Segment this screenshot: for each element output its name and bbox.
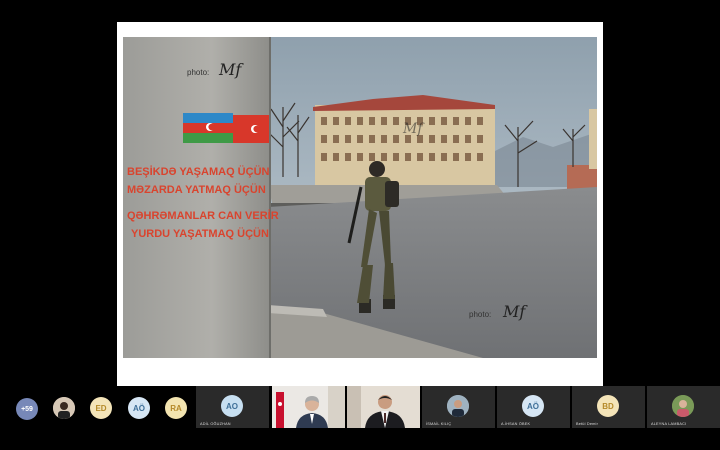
graffiti-line-4: YURDU YAŞATMAQ ÜÇÜN: [131, 227, 269, 240]
participant-name: ALEYNA LAMBACI: [651, 422, 687, 426]
watermark-top: photo:: [187, 68, 209, 77]
street-scene-image: BEŞİKDƏ YAŞAMAQ ÜÇÜN MƏZARDA YATMAQ ÜÇÜN…: [123, 37, 597, 358]
participant-name: A.İHSAN ÖBEK: [501, 422, 531, 426]
participant-tile-aleyna-lambaci[interactable]: ALEYNA LAMBACI: [647, 386, 720, 428]
participant-tile-ihsan-obek[interactable]: AÖ A.İHSAN ÖBEK: [497, 386, 570, 428]
participant-strip: +59 ED AÖ RA AO ADİL OĞUZHAN İSMAİL KILI…: [0, 386, 720, 450]
slide-photo: BEŞİKDƏ YAŞAMAQ ÜÇÜN MƏZARDA YATMAQ ÜÇÜN…: [123, 37, 597, 358]
avatar: [672, 395, 694, 417]
avatar-initials: AÖ: [133, 403, 145, 413]
graffiti-line-3: QƏHRƏMANLAR CAN VERİR: [127, 209, 279, 222]
avatar-initials: RA: [170, 403, 182, 413]
participant-video-tile[interactable]: [347, 386, 420, 428]
participant-name: Betül Demir: [576, 422, 599, 426]
avatar: AO: [221, 395, 243, 417]
participant-name: İSMAİL KILIÇ: [426, 422, 452, 426]
participant-tile-adil-oguzhan[interactable]: AO ADİL OĞUZHAN: [196, 386, 269, 428]
participant-video-tile[interactable]: [272, 386, 345, 428]
participant-avatar-ao[interactable]: AÖ: [128, 397, 150, 419]
participant-name: ADİL OĞUZHAN: [200, 422, 231, 426]
avatar-initials: ED: [95, 403, 107, 413]
participant-avatar-photo[interactable]: [53, 397, 75, 419]
participant-avatar-ra[interactable]: RA: [165, 397, 187, 419]
shared-screen: BEŞİKDƏ YAŞAMAQ ÜÇÜN MƏZARDA YATMAQ ÜÇÜN…: [0, 0, 720, 386]
graffiti-line-1: BEŞİKDƏ YAŞAMAQ ÜÇÜN: [127, 165, 270, 178]
avatar: [447, 395, 469, 417]
video-feed: [272, 386, 345, 428]
more-participants-badge[interactable]: +59: [16, 398, 38, 420]
video-feed: [347, 386, 420, 428]
participant-tile-betul-demir[interactable]: BD Betül Demir: [572, 386, 645, 428]
signature-mid: Mf: [402, 121, 425, 137]
avatar-initials: BD: [602, 401, 614, 411]
avatar-initials: AÖ: [527, 401, 539, 411]
watermark-bottom: photo:: [469, 310, 491, 319]
signature-top: Mf: [218, 60, 244, 79]
avatar: AÖ: [522, 395, 544, 417]
presentation-slide: BEŞİKDƏ YAŞAMAQ ÜÇÜN MƏZARDA YATMAQ ÜÇÜN…: [117, 22, 603, 386]
graffiti-line-2: MƏZARDA YATMAQ ÜÇÜN: [127, 183, 266, 196]
avatar: BD: [597, 395, 619, 417]
signature-bottom: Mf: [502, 302, 528, 321]
avatar-initials: AO: [226, 401, 238, 411]
participant-avatar-ed[interactable]: ED: [90, 397, 112, 419]
participant-tile-ismail-kilic[interactable]: İSMAİL KILIÇ: [422, 386, 495, 428]
flag-graffiti: [183, 113, 269, 143]
